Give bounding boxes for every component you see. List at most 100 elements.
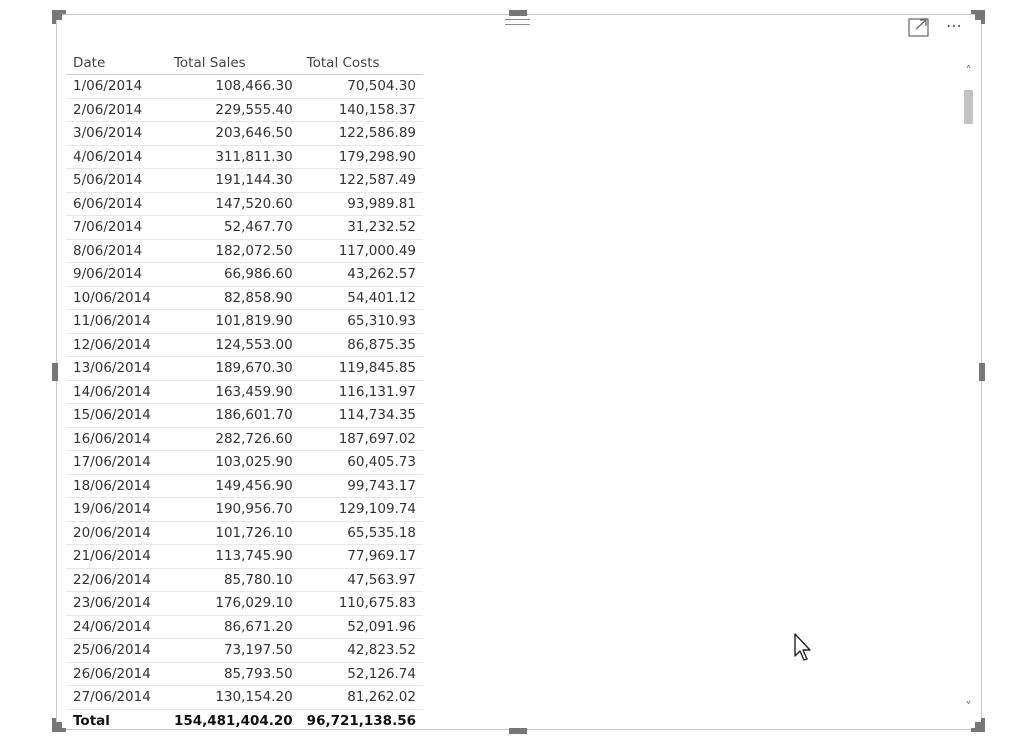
- cell-date: 10/06/2014: [66, 286, 167, 310]
- resize-handle-bottom[interactable]: [509, 728, 527, 734]
- table-row[interactable]: 26/06/2014 85,793.50 52,126.74: [66, 662, 423, 686]
- cell-total-costs: 31,232.52: [299, 215, 423, 240]
- cell-total-sales: 203,646.50: [166, 121, 300, 146]
- drag-grip-icon[interactable]: [505, 19, 530, 31]
- cell-total-sales: 52,467.70: [166, 215, 300, 240]
- cell-total-costs: 54,401.12: [299, 286, 423, 310]
- vertical-scrollbar[interactable]: ˄ ˅: [959, 56, 978, 716]
- cell-total-costs: 93,989.81: [299, 192, 423, 216]
- table-row[interactable]: 19/06/2014 190,956.70 129,109.74: [66, 497, 423, 522]
- table-row[interactable]: 18/06/2014 149,456.90 99,743.17: [66, 474, 423, 498]
- cell-total-costs: 129,109.74: [299, 497, 423, 522]
- column-header-total-sales[interactable]: Total Sales: [166, 52, 300, 75]
- cell-date: 24/06/2014: [66, 615, 167, 639]
- cell-date: 15/06/2014: [66, 403, 167, 428]
- cell-date: 22/06/2014: [66, 568, 167, 592]
- cell-date: 7/06/2014: [66, 215, 167, 240]
- table-row[interactable]: 5/06/2014 191,144.30 122,587.49: [66, 168, 423, 193]
- cell-total-sales: 73,197.50: [166, 638, 300, 663]
- cell-date: 6/06/2014: [66, 192, 167, 216]
- table-row[interactable]: 21/06/2014 113,745.90 77,969.17: [66, 544, 423, 569]
- table-row[interactable]: 7/06/2014 52,467.70 31,232.52: [66, 215, 423, 240]
- table-row[interactable]: 27/06/2014 130,154.20 81,262.02: [66, 685, 423, 710]
- resize-handle-right[interactable]: [979, 363, 985, 381]
- cell-date: 18/06/2014: [66, 474, 167, 498]
- cell-total-sales: 85,780.10: [166, 568, 300, 592]
- cell-date: 4/06/2014: [66, 145, 167, 169]
- total-sales-value: 154,481,404.20: [166, 708, 300, 727]
- table-row[interactable]: 9/06/2014 66,986.60 43,262.57: [66, 262, 423, 287]
- column-header-date[interactable]: Date: [66, 52, 167, 75]
- table-row[interactable]: 17/06/2014 103,025.90 60,405.73: [66, 450, 423, 475]
- cell-total-costs: 86,875.35: [299, 333, 423, 357]
- cell-total-sales: 186,601.70: [166, 403, 300, 428]
- cell-total-costs: 81,262.02: [299, 685, 423, 710]
- cell-total-sales: 86,671.20: [166, 615, 300, 639]
- cell-total-costs: 70,504.30: [299, 74, 423, 99]
- cell-date: 3/06/2014: [66, 121, 167, 146]
- cell-date: 25/06/2014: [66, 638, 167, 663]
- cell-total-costs: 52,091.96: [299, 615, 423, 639]
- cell-total-sales: 189,670.30: [166, 356, 300, 381]
- scroll-up-icon[interactable]: ˄: [959, 62, 978, 80]
- column-header-total-costs[interactable]: Total Costs: [299, 52, 423, 75]
- table-row[interactable]: 6/06/2014 147,520.60 93,989.81: [66, 192, 423, 216]
- cell-total-sales: 229,555.40: [166, 98, 300, 122]
- cell-date: 20/06/2014: [66, 521, 167, 545]
- cell-total-sales: 108,466.30: [166, 74, 300, 99]
- table-row[interactable]: 13/06/2014 189,670.30 119,845.85: [66, 356, 423, 381]
- resize-handle-left[interactable]: [52, 363, 58, 381]
- more-options-icon[interactable]: ⋯: [946, 18, 972, 34]
- table-row[interactable]: 2/06/2014 229,555.40 140,158.37: [66, 98, 423, 122]
- cell-date: 23/06/2014: [66, 591, 167, 616]
- cell-total-sales: 176,029.10: [166, 591, 300, 616]
- cell-date: 19/06/2014: [66, 497, 167, 522]
- scroll-down-icon[interactable]: ˅: [959, 698, 978, 716]
- table-row[interactable]: 8/06/2014 182,072.50 117,000.49: [66, 239, 423, 263]
- table-row[interactable]: 1/06/2014 108,466.30 70,504.30: [66, 74, 423, 99]
- cell-date: 13/06/2014: [66, 356, 167, 381]
- cell-date: 14/06/2014: [66, 380, 167, 404]
- cell-total-costs: 77,969.17: [299, 544, 423, 569]
- table-row[interactable]: 23/06/2014 176,029.10 110,675.83: [66, 591, 423, 616]
- cell-date: 1/06/2014: [66, 74, 167, 99]
- table-row[interactable]: 16/06/2014 282,726.60 187,697.02: [66, 427, 423, 451]
- cell-total-costs: 65,310.93: [299, 309, 423, 334]
- cell-total-costs: 187,697.02: [299, 427, 423, 451]
- table-row[interactable]: 14/06/2014 163,459.90 116,131.97: [66, 380, 423, 404]
- scroll-thumb[interactable]: [964, 90, 973, 124]
- cell-total-sales: 147,520.60: [166, 192, 300, 216]
- cell-total-sales: 311,811.30: [166, 145, 300, 169]
- cell-date: 21/06/2014: [66, 544, 167, 569]
- cell-total-costs: 60,405.73: [299, 450, 423, 475]
- table-row[interactable]: 24/06/2014 86,671.20 52,091.96: [66, 615, 423, 639]
- cell-total-sales: 130,154.20: [166, 685, 300, 710]
- cell-total-sales: 66,986.60: [166, 262, 300, 287]
- table-row[interactable]: 3/06/2014 203,646.50 122,586.89: [66, 121, 423, 146]
- cell-total-costs: 116,131.97: [299, 380, 423, 404]
- cell-date: 9/06/2014: [66, 262, 167, 287]
- cell-total-costs: 122,586.89: [299, 121, 423, 146]
- cell-total-sales: 85,793.50: [166, 662, 300, 686]
- cell-total-sales: 82,858.90: [166, 286, 300, 310]
- table-row[interactable]: 22/06/2014 85,780.10 47,563.97: [66, 568, 423, 592]
- resize-handle-bottom-left-arm-v: [52, 718, 56, 732]
- cell-total-costs: 114,734.35: [299, 403, 423, 428]
- table-row[interactable]: 20/06/2014 101,726.10 65,535.18: [66, 521, 423, 545]
- cell-total-costs: 43,262.57: [299, 262, 423, 287]
- focus-mode-icon[interactable]: [908, 18, 929, 37]
- table-row[interactable]: 4/06/2014 311,811.30 179,298.90: [66, 145, 423, 169]
- cell-total-costs: 52,126.74: [299, 662, 423, 686]
- cell-total-costs: 110,675.83: [299, 591, 423, 616]
- table-total-row: Total 154,481,404.20 96,721,138.56: [66, 708, 423, 727]
- cell-total-costs: 42,823.52: [299, 638, 423, 663]
- table-row[interactable]: 12/06/2014 124,553.00 86,875.35: [66, 333, 423, 357]
- resize-handle-top[interactable]: [509, 10, 527, 16]
- data-table: Date Total Sales Total Costs 1/06/2014 10…: [66, 52, 426, 727]
- resize-handle-bottom-right-arm-v: [981, 718, 985, 732]
- cell-total-sales: 101,819.90: [166, 309, 300, 334]
- table-row[interactable]: 15/06/2014 186,601.70 114,734.35: [66, 403, 423, 428]
- table-row[interactable]: 25/06/2014 73,197.50 42,823.52: [66, 638, 423, 663]
- table-row[interactable]: 11/06/2014 101,819.90 65,310.93: [66, 309, 423, 334]
- table-row[interactable]: 10/06/2014 82,858.90 54,401.12: [66, 286, 423, 310]
